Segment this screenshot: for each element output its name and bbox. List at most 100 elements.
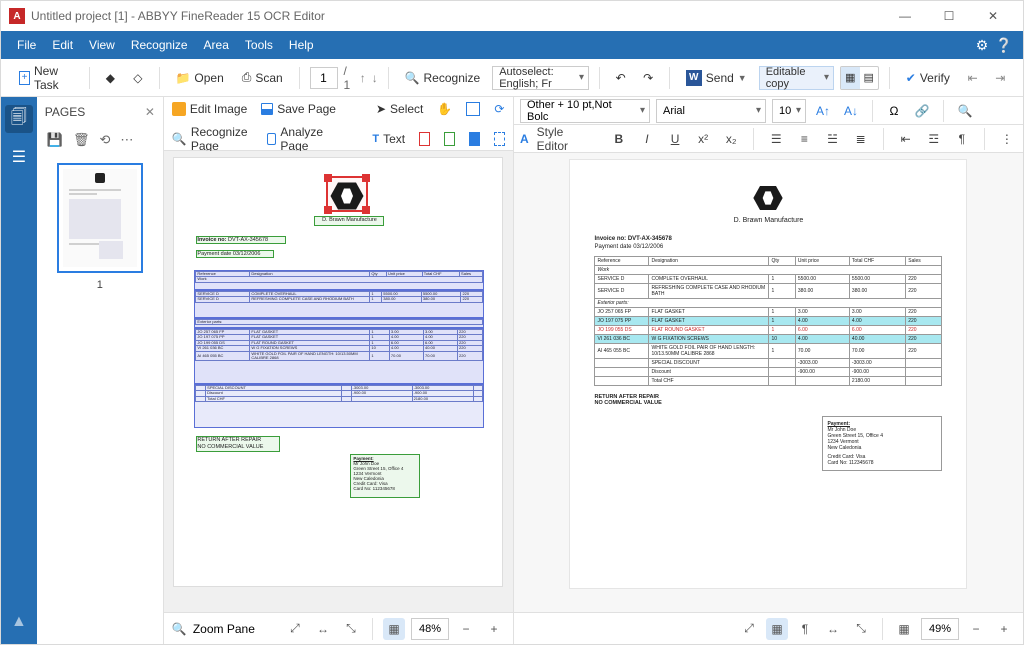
zoom-out-icon[interactable]: − [455, 618, 477, 640]
r-fit-height-icon[interactable]: ⤢ [738, 618, 760, 640]
language-select[interactable]: Autoselect: English; Fr [492, 66, 589, 90]
r-zoom-in-icon[interactable]: + [993, 618, 1015, 640]
pages-pane-tab[interactable]: 🗐 [5, 105, 33, 133]
close-button[interactable]: ✕ [971, 1, 1015, 31]
r-pilcrow-icon[interactable]: ¶ [794, 618, 816, 640]
save-page-button[interactable]: Save Page [261, 102, 336, 116]
indent-dec-button[interactable]: ⇤ [896, 128, 916, 150]
link-icon[interactable]: 🔗 [911, 100, 933, 122]
picture-area-tool[interactable] [419, 132, 430, 146]
hand-tool-icon[interactable]: ✋ [437, 102, 452, 116]
r-width-icon[interactable]: ↔ [822, 618, 844, 640]
open-button[interactable]: 📁Open [169, 64, 229, 92]
minimize-button[interactable]: — [883, 1, 927, 31]
new-task-button[interactable]: +New Task [13, 64, 79, 92]
zoom-in-icon[interactable]: + [483, 618, 505, 640]
rotate-tool-icon[interactable]: ⟳ [494, 102, 504, 116]
text-area-tool[interactable]: TText [372, 132, 405, 146]
align-left-button[interactable]: ☰ [766, 128, 786, 150]
layout-both-button[interactable]: ▦ [841, 67, 859, 89]
help-icon[interactable]: ❔ [993, 37, 1015, 54]
italic-button[interactable]: I [637, 128, 657, 150]
style-editor-label[interactable]: Style Editor [537, 125, 593, 153]
properties-pane-tab[interactable]: ☰ [5, 143, 33, 171]
font-combo[interactable]: Arial [656, 99, 766, 123]
page-down-icon[interactable]: ↓ [372, 71, 378, 85]
show-marks-button[interactable]: ⋮ [997, 128, 1017, 150]
text-zoom-value[interactable]: 49% [921, 618, 959, 640]
style-editor-icon[interactable]: A [520, 132, 529, 146]
table-area-tool[interactable] [444, 132, 455, 146]
style-combo[interactable]: Other + 10 pt,Not Bolc [520, 99, 650, 123]
maximize-button[interactable]: ☐ [927, 1, 971, 31]
text-icon: T [372, 133, 379, 145]
close-panel-icon[interactable]: ✕ [145, 105, 155, 119]
layer-down-icon[interactable]: ◆ [100, 64, 122, 92]
align-justify-button[interactable]: ≣ [851, 128, 871, 150]
r-fit-width-icon[interactable]: ▦ [766, 618, 788, 640]
analyze-page-button[interactable]: Analyze Page [267, 125, 335, 153]
next-error-button[interactable]: ⇥ [989, 64, 1011, 92]
increase-font-icon[interactable]: A↑ [812, 100, 834, 122]
recognize-button[interactable]: 🔍Recognize [399, 64, 487, 92]
layer-up-icon[interactable]: ◇ [127, 64, 149, 92]
menu-help[interactable]: Help [281, 31, 322, 59]
save-pages-icon[interactable]: 💾 [47, 132, 63, 148]
menu-tools[interactable]: Tools [237, 31, 281, 59]
omega-icon[interactable]: Ω [883, 100, 905, 122]
line-spacing-button[interactable]: ☲ [924, 128, 944, 150]
copy-mode-select[interactable]: Editable copy [759, 66, 834, 90]
scan-button[interactable]: ⎙Scan [236, 64, 289, 92]
send-button[interactable]: WSend▼ [680, 64, 753, 92]
image-page[interactable]: D. Brawn Manufacture Invoice no: DVT-AX-… [173, 157, 503, 587]
page-up-icon[interactable]: ↑ [360, 71, 366, 85]
menu-file[interactable]: File [9, 31, 44, 59]
result-page[interactable]: D. Brawn Manufacture Invoice no: DVT-AX-… [569, 159, 967, 589]
subscript-button[interactable]: x₂ [721, 128, 741, 150]
search-icon[interactable]: 🔍 [954, 100, 976, 122]
r-page-icon[interactable]: ⤡ [850, 618, 872, 640]
background-area-tool[interactable] [469, 132, 480, 146]
text-editor: Other + 10 pt,Not Bolc Arial 10 A↑ A↓ Ω … [514, 97, 1023, 644]
menu-view[interactable]: View [81, 31, 123, 59]
zoom-pane-icon[interactable]: 🔍 [172, 622, 187, 636]
menu-recognize[interactable]: Recognize [123, 31, 196, 59]
decrease-font-icon[interactable]: A↓ [840, 100, 862, 122]
bold-button[interactable]: B [609, 128, 629, 150]
main-toolbar: +New Task ◆ ◇ 📁Open ⎙Scan / 1 ↑ ↓ 🔍Recog… [1, 59, 1023, 97]
menu-area[interactable]: Area [196, 31, 237, 59]
area-tool-icon[interactable] [466, 102, 480, 116]
fit-page-icon[interactable]: ⤡ [340, 618, 362, 640]
r-grid-icon[interactable]: ▦ [893, 618, 915, 640]
barcode-area-tool[interactable] [494, 132, 505, 146]
layout-single-button[interactable]: ▤ [860, 67, 878, 89]
app-icon: A [9, 8, 25, 24]
warnings-icon[interactable]: ▲ [5, 608, 33, 636]
verify-button[interactable]: ✔Verify [900, 64, 956, 92]
undo-button[interactable]: ↶ [610, 64, 632, 92]
actual-size-icon[interactable]: ▦ [383, 618, 405, 640]
menu-edit[interactable]: Edit [44, 31, 81, 59]
r-zoom-out-icon[interactable]: − [965, 618, 987, 640]
recognize-page-button[interactable]: 🔍Recognize Page [172, 125, 253, 153]
prev-error-button[interactable]: ⇤ [962, 64, 984, 92]
page-thumbnail[interactable] [57, 163, 143, 273]
redo-button[interactable]: ↷ [637, 64, 659, 92]
save-icon [261, 103, 273, 115]
more-pages-icon[interactable]: ⋯ [120, 132, 133, 148]
align-right-button[interactable]: ☱ [822, 128, 842, 150]
edit-image-button[interactable]: Edit Image [172, 102, 247, 116]
font-size-combo[interactable]: 10 [772, 99, 806, 123]
gear-icon[interactable]: ⚙ [971, 37, 993, 54]
superscript-button[interactable]: x² [693, 128, 713, 150]
align-center-button[interactable]: ≡ [794, 128, 814, 150]
page-number-input[interactable] [310, 67, 338, 89]
select-tool[interactable]: ➤Select [376, 102, 423, 116]
delete-page-icon[interactable]: 🗑 [73, 132, 90, 148]
fit-width-icon[interactable]: ↔ [312, 618, 334, 640]
underline-button[interactable]: U [665, 128, 685, 150]
pilcrow-button[interactable]: ¶ [952, 128, 972, 150]
rotate-page-icon[interactable]: ⟲ [100, 132, 111, 148]
image-zoom-value[interactable]: 48% [411, 618, 449, 640]
fit-height-icon[interactable]: ⤢ [284, 618, 306, 640]
